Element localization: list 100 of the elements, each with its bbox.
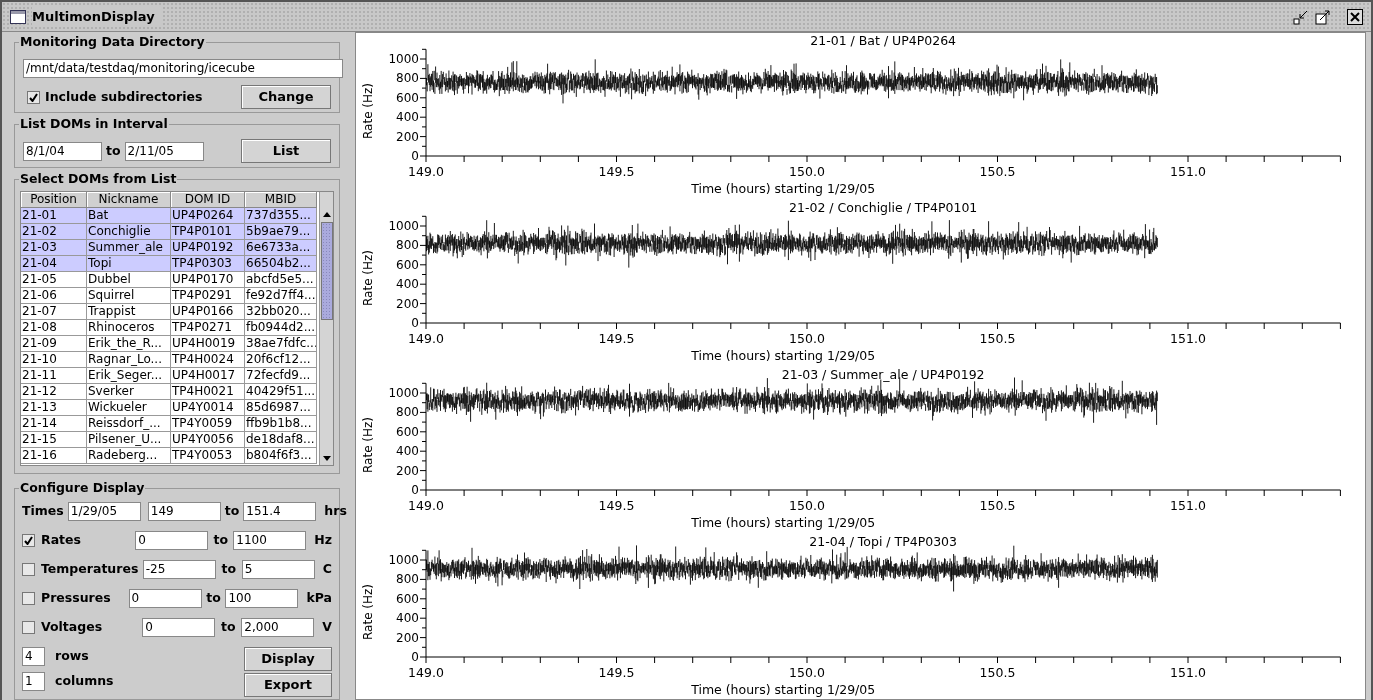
table-cell: Bat (87, 207, 171, 224)
y-tick-label: 600 (396, 90, 419, 105)
table-cell: fb0944d2... (245, 319, 317, 336)
table-cell: 21-15 (21, 431, 87, 448)
from-field[interactable]: 0 (135, 530, 209, 550)
table-cell: UP4P0264 (171, 207, 245, 224)
x-tick-label: 150.5 (979, 665, 1016, 680)
table-cell: 85d6987... (245, 399, 317, 416)
to-field[interactable]: 100 (225, 588, 299, 608)
date-field[interactable]: 1/29/05 (67, 501, 141, 521)
table-cell: 21-05 (21, 271, 87, 288)
to-field[interactable]: 2,000 (241, 617, 315, 637)
plot-title: 21-03 / Summer_ale / UP4P0192 (781, 367, 985, 382)
table-cell: abcfd5e5... (245, 271, 317, 288)
table-cell: 66504b2... (245, 255, 317, 272)
column-header[interactable]: Nickname (87, 191, 171, 208)
count-label: columns (55, 671, 114, 690)
close-icon[interactable] (1347, 8, 1363, 25)
to-field[interactable]: 1100 (233, 530, 307, 550)
table-cell: 21-16 (21, 447, 87, 464)
table-cell: 21-04 (21, 255, 87, 272)
plot-title: 21-04 / Topi / TP4P0303 (809, 534, 958, 549)
y-tick-label: 0 (411, 149, 419, 163)
count-field[interactable]: 1 (22, 671, 45, 691)
y-tick-label: 400 (396, 110, 419, 125)
table-cell: Wickueler (87, 399, 171, 416)
maximize-icon[interactable] (1315, 8, 1331, 25)
table-cell: UP4H0017 (171, 367, 245, 384)
table-cell: 21-14 (21, 415, 87, 432)
table-cell: TP4H0021 (171, 383, 245, 400)
minimize-icon[interactable] (1293, 8, 1309, 25)
path-field[interactable]: /mnt/data/testdaq/monitoring/icecube (23, 58, 343, 78)
column-header[interactable]: DOM ID (171, 191, 245, 208)
x-tick-label: 149.0 (408, 498, 444, 513)
table-cell: Ragnar_Lo... (87, 351, 171, 368)
x-tick-label: 150.0 (789, 331, 825, 346)
table-cell: UP4H0019 (171, 335, 245, 352)
x-axis-label: Time (hours) starting 1/29/05 (691, 181, 876, 196)
table-cell: TP4H0024 (171, 351, 245, 368)
table-cell: Squirrel (87, 287, 171, 304)
column-header[interactable]: Position (21, 191, 87, 208)
table-cell: Reissdorf_... (87, 415, 171, 432)
measure-label: Temperatures (41, 559, 139, 578)
date-field[interactable]: 8/1/04 (23, 141, 102, 161)
x-tick-label: 150.5 (979, 164, 1016, 179)
x-tick-label: 150.0 (789, 665, 825, 680)
table-cell: 21-03 (21, 239, 87, 256)
table-cell: Sverker (87, 383, 171, 400)
table-cell: TP4Y0059 (171, 415, 245, 432)
table-cell: Topi (87, 255, 171, 272)
from-field[interactable]: 0 (142, 617, 216, 637)
y-tick-label: 0 (411, 650, 419, 664)
table-cell: UP4P0192 (171, 239, 245, 256)
checkbox[interactable] (27, 90, 40, 104)
x-axis-label: Time (hours) starting 1/29/05 (691, 348, 876, 363)
checkbox[interactable] (22, 562, 35, 576)
count-field[interactable]: 4 (22, 646, 45, 666)
y-tick-label: 200 (396, 630, 419, 645)
unit-label: C (322, 559, 332, 578)
scrollbar[interactable] (319, 191, 333, 465)
y-tick-label: 800 (396, 71, 419, 86)
table-cell: Radeberg... (87, 447, 171, 464)
from-field[interactable]: 0 (128, 588, 202, 608)
y-tick-label: 400 (396, 277, 419, 292)
x-tick-label: 151.0 (1170, 665, 1206, 680)
y-tick-label: 400 (396, 611, 419, 626)
checkbox[interactable] (22, 620, 35, 634)
checkbox[interactable] (22, 591, 35, 605)
table-cell: 72fecfd9... (245, 367, 317, 384)
table-cell: 737d355... (245, 207, 317, 224)
y-tick-label: 0 (411, 483, 419, 497)
scroll-thumb[interactable] (321, 221, 333, 320)
window-icon (10, 9, 26, 24)
checkbox[interactable] (22, 533, 35, 547)
y-axis-label: Rate (Hz) (361, 250, 375, 306)
column-header[interactable]: MBID (245, 191, 317, 208)
from-field[interactable]: 149 (147, 501, 221, 521)
unit-label: V (322, 617, 332, 636)
y-tick-label: 600 (396, 257, 419, 272)
button[interactable]: Export (244, 672, 332, 697)
button[interactable]: Change (241, 85, 331, 109)
to-label: to (224, 501, 240, 520)
from-field[interactable]: -25 (142, 559, 216, 579)
x-tick-label: 149.0 (408, 164, 444, 179)
y-tick-label: 200 (396, 296, 419, 311)
y-tick-label: 600 (396, 424, 419, 439)
unit-label: kPa (306, 588, 332, 607)
button[interactable]: Display (244, 646, 332, 671)
table-cell: TP4P0101 (171, 223, 245, 240)
y-tick-label: 1000 (388, 219, 419, 233)
date-field[interactable]: 2/11/05 (124, 141, 204, 161)
y-tick-label: 200 (396, 463, 419, 478)
group-title: Monitoring Data Directory (19, 34, 206, 50)
to-field[interactable]: 151.4 (243, 501, 317, 521)
x-tick-label: 149.5 (598, 498, 635, 513)
to-field[interactable]: 5 (241, 559, 315, 579)
table-cell: Erik_Seger... (87, 367, 171, 384)
group-title: Configure Display (19, 479, 146, 496)
to-label: to (220, 617, 237, 636)
button[interactable]: List (241, 139, 331, 164)
